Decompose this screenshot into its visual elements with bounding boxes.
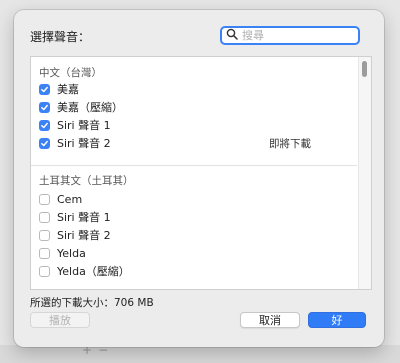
list-item[interactable]: Siri 聲音 2 即將下載 (39, 134, 359, 152)
search-icon (226, 28, 238, 43)
vertical-scrollbar[interactable] (358, 57, 371, 289)
voice-label: Cem (57, 192, 83, 206)
list-item[interactable]: Siri 聲音 1 (39, 208, 111, 226)
search-field[interactable] (220, 26, 360, 45)
download-size-label: 所選的下載大小：706 MB (30, 297, 154, 309)
list-item[interactable]: Siri 聲音 1 (39, 116, 111, 134)
list-item[interactable]: 美嘉 (39, 80, 79, 98)
checkbox[interactable] (39, 101, 50, 113)
ok-button[interactable]: 好 (308, 312, 366, 328)
cancel-button[interactable]: 取消 (240, 312, 300, 328)
section-header-chinese-taiwan: 中文（台灣） (39, 67, 102, 79)
voice-label: Siri 聲音 2 (57, 229, 111, 242)
checkbox[interactable] (39, 265, 50, 277)
voice-label: Yelda（壓縮） (57, 265, 130, 278)
voice-label: Siri 聲音 1 (57, 119, 111, 132)
section-header-turkish-turkey: 土耳其文（土耳其） (39, 175, 134, 187)
voice-selection-dialog: 選擇聲音： 中文（台灣） 美嘉 美嘉（壓縮） Siri 聲音 1 Siri 聲音… (14, 10, 384, 347)
voice-label: Yelda (57, 246, 86, 260)
voice-label: Siri 聲音 1 (57, 211, 111, 224)
window-bottom-bar (0, 345, 400, 363)
list-item[interactable]: Yelda (39, 244, 86, 262)
list-item[interactable]: Cem (39, 190, 82, 208)
section-divider (31, 165, 357, 166)
list-item[interactable]: Yelda（壓縮） (39, 262, 130, 280)
list-item[interactable]: Siri 聲音 2 (39, 226, 111, 244)
search-input[interactable] (238, 29, 352, 42)
checkbox[interactable] (39, 83, 50, 95)
list-item[interactable]: 美嘉（壓縮） (39, 98, 123, 116)
checkbox[interactable] (39, 119, 50, 131)
checkbox[interactable] (39, 193, 50, 205)
download-status: 即將下載 (269, 137, 311, 150)
scroll-thumb[interactable] (362, 61, 367, 77)
checkbox[interactable] (39, 137, 50, 149)
checkbox[interactable] (39, 211, 50, 223)
play-button[interactable]: 播放 (30, 312, 90, 328)
voice-label: 美嘉 (57, 83, 79, 96)
voice-list[interactable]: 中文（台灣） 美嘉 美嘉（壓縮） Siri 聲音 1 Siri 聲音 2 即將下… (30, 56, 372, 290)
checkbox[interactable] (39, 247, 50, 259)
voice-label: Siri 聲音 2 (57, 137, 111, 150)
checkbox[interactable] (39, 229, 50, 241)
dialog-title: 選擇聲音： (30, 30, 91, 44)
voice-label: 美嘉（壓縮） (57, 101, 123, 114)
